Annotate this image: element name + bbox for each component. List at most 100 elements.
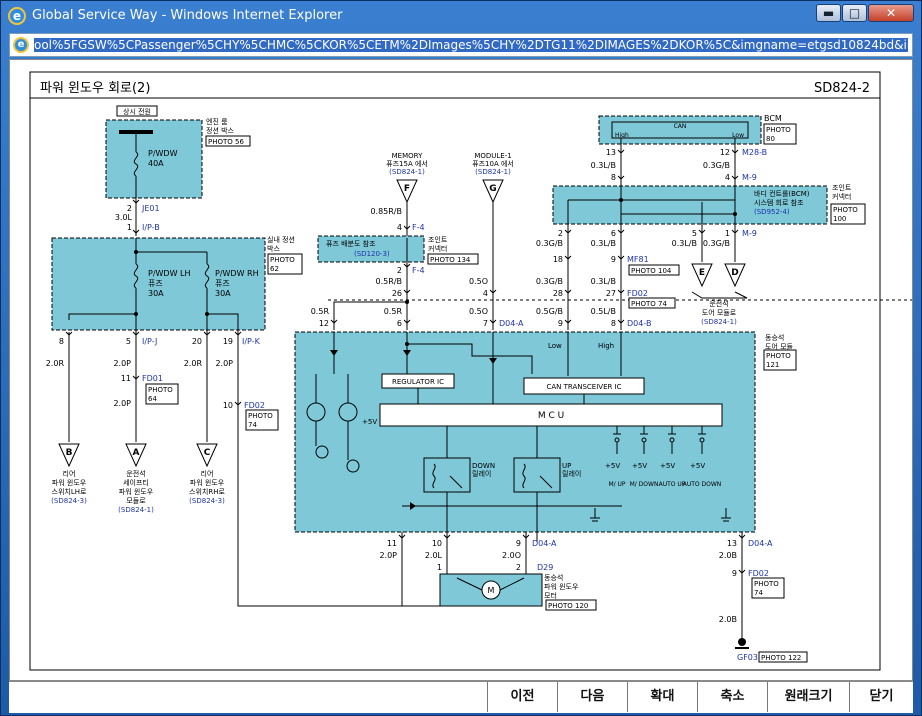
label: P/WDW RH xyxy=(215,269,259,278)
label: M-9 xyxy=(742,229,757,238)
label: 12 xyxy=(720,148,730,157)
label: P/WDW LH xyxy=(148,269,191,278)
label: PHOTO 120 xyxy=(548,602,588,610)
prev-button[interactable]: 이전 xyxy=(487,682,557,712)
label: 100 xyxy=(833,215,846,223)
label: 릴레이 xyxy=(472,469,491,478)
label: 리어 xyxy=(201,469,214,478)
label: (SD824-1) xyxy=(475,168,511,176)
label: 0.5O xyxy=(469,307,488,316)
label: 1 xyxy=(437,563,442,572)
label: 파워 윈도우 xyxy=(119,487,154,496)
zoom-in-button[interactable]: 확대 xyxy=(627,682,697,712)
label: 박스 xyxy=(267,244,280,253)
label: PHOTO xyxy=(766,126,791,134)
label: Low xyxy=(732,132,744,139)
label: 스위치LH로 xyxy=(52,487,87,496)
connector-d-label: D xyxy=(731,268,738,278)
junction-dot xyxy=(405,342,409,346)
label: BCM xyxy=(764,114,782,123)
label: 퓨즈15A 에서 xyxy=(386,159,428,168)
label: 2 xyxy=(558,229,563,238)
label: 1 xyxy=(127,223,132,232)
label: 0.5L/B xyxy=(591,307,616,316)
label: 0.3L/B xyxy=(591,161,616,170)
label: 8 xyxy=(611,173,616,182)
switch-label: M/ DOWN xyxy=(630,481,659,488)
label: 121 xyxy=(766,361,779,369)
label: PHOTO 134 xyxy=(430,256,471,264)
junction-dot xyxy=(405,300,409,304)
label: 4 xyxy=(725,173,730,182)
label: CAN xyxy=(674,123,687,130)
close-viewer-button[interactable]: 닫기 xyxy=(849,682,913,712)
label: 퓨즈 배분도 참조 xyxy=(326,239,376,248)
label: PHOTO xyxy=(148,386,173,394)
label: 13 xyxy=(727,539,737,548)
label: D04-A xyxy=(499,319,524,328)
label: 파워 윈도우 xyxy=(544,582,579,591)
label: 시스템 회로 참조 xyxy=(754,199,804,207)
address-field[interactable]: ool%5FGSW%5CPassenger%5CHY%5CHMC%5CKOR%5… xyxy=(34,38,908,52)
label: 0.3L/B xyxy=(591,277,616,286)
label: 실내 정션 xyxy=(267,235,295,244)
label: 0.3G/B xyxy=(703,161,730,170)
label: 3.0L xyxy=(115,213,133,222)
label: 27 xyxy=(606,289,616,298)
label: 파워 윈도우 xyxy=(190,478,225,487)
ground-bolt-icon xyxy=(738,638,746,646)
label: 동승석 xyxy=(544,573,563,582)
close-button[interactable]: ✕ xyxy=(868,4,914,22)
next-button[interactable]: 다음 xyxy=(557,682,627,712)
label: 11 xyxy=(121,374,131,383)
label: 2.0B xyxy=(719,615,737,624)
zoom-out-button[interactable]: 축소 xyxy=(697,682,767,712)
label: 40A xyxy=(148,159,164,168)
label: JE01 xyxy=(141,204,160,213)
label: 4 xyxy=(397,223,402,232)
label: 2 xyxy=(127,204,132,213)
label: 12 xyxy=(319,319,329,328)
address-bar[interactable]: e ool%5FGSW%5CPassenger%5CHY%5CHMC%5CKOR… xyxy=(9,33,913,57)
label: 0.5R xyxy=(384,307,403,316)
label: PHOTO xyxy=(248,412,273,420)
label: 2 xyxy=(397,266,402,275)
original-size-button[interactable]: 원래크기 xyxy=(767,682,849,712)
window-title: Global Service Way - Windows Internet Ex… xyxy=(32,8,343,23)
maximize-button[interactable]: □ xyxy=(842,4,867,22)
label: 바디 컨트롤(BCM) xyxy=(754,189,810,198)
label: REGULATOR IC xyxy=(392,378,444,386)
label: (SD824-1) xyxy=(701,318,737,326)
bottom-toolbar: 이전 다음 확대 축소 원래크기 닫기 xyxy=(9,681,913,713)
label: (SD824-1) xyxy=(118,506,154,514)
label: 도어 모듈로 xyxy=(702,308,737,317)
label: 정션 박스 xyxy=(206,126,235,135)
label: PHOTO xyxy=(754,580,779,588)
bcm-box xyxy=(598,115,762,145)
label: 5 xyxy=(126,337,131,346)
switch-label: AUTO UP xyxy=(659,481,686,488)
title-bar: e Global Service Way - Windows Internet … xyxy=(1,1,921,31)
minimize-button[interactable]: ▬ xyxy=(816,4,841,22)
up-relay xyxy=(513,457,561,493)
label: GF03 xyxy=(737,653,758,662)
label: 2.0B xyxy=(719,551,737,560)
label: 2 xyxy=(516,563,521,572)
label: CAN TRANSCEIVER IC xyxy=(546,383,621,391)
page-icon: e xyxy=(13,37,29,53)
label: +5V xyxy=(632,462,647,470)
label: +5V xyxy=(362,418,377,426)
label: (SD952-4) xyxy=(754,208,790,216)
label: F-4 xyxy=(412,223,425,232)
label: 조인트 xyxy=(832,183,852,192)
label: 릴레이 xyxy=(562,469,581,478)
label: 운전석 xyxy=(709,299,728,308)
label: 엔진 룸 xyxy=(206,117,228,126)
label: I/P-B xyxy=(142,223,160,232)
diagram-code: SD824-2 xyxy=(814,81,870,96)
label: 0.85R/B xyxy=(370,207,402,216)
label: 모터 xyxy=(544,591,557,600)
label: 조인트 xyxy=(428,235,448,244)
browser-window: e Global Service Way - Windows Internet … xyxy=(0,0,922,716)
label: M28-B xyxy=(742,148,767,157)
